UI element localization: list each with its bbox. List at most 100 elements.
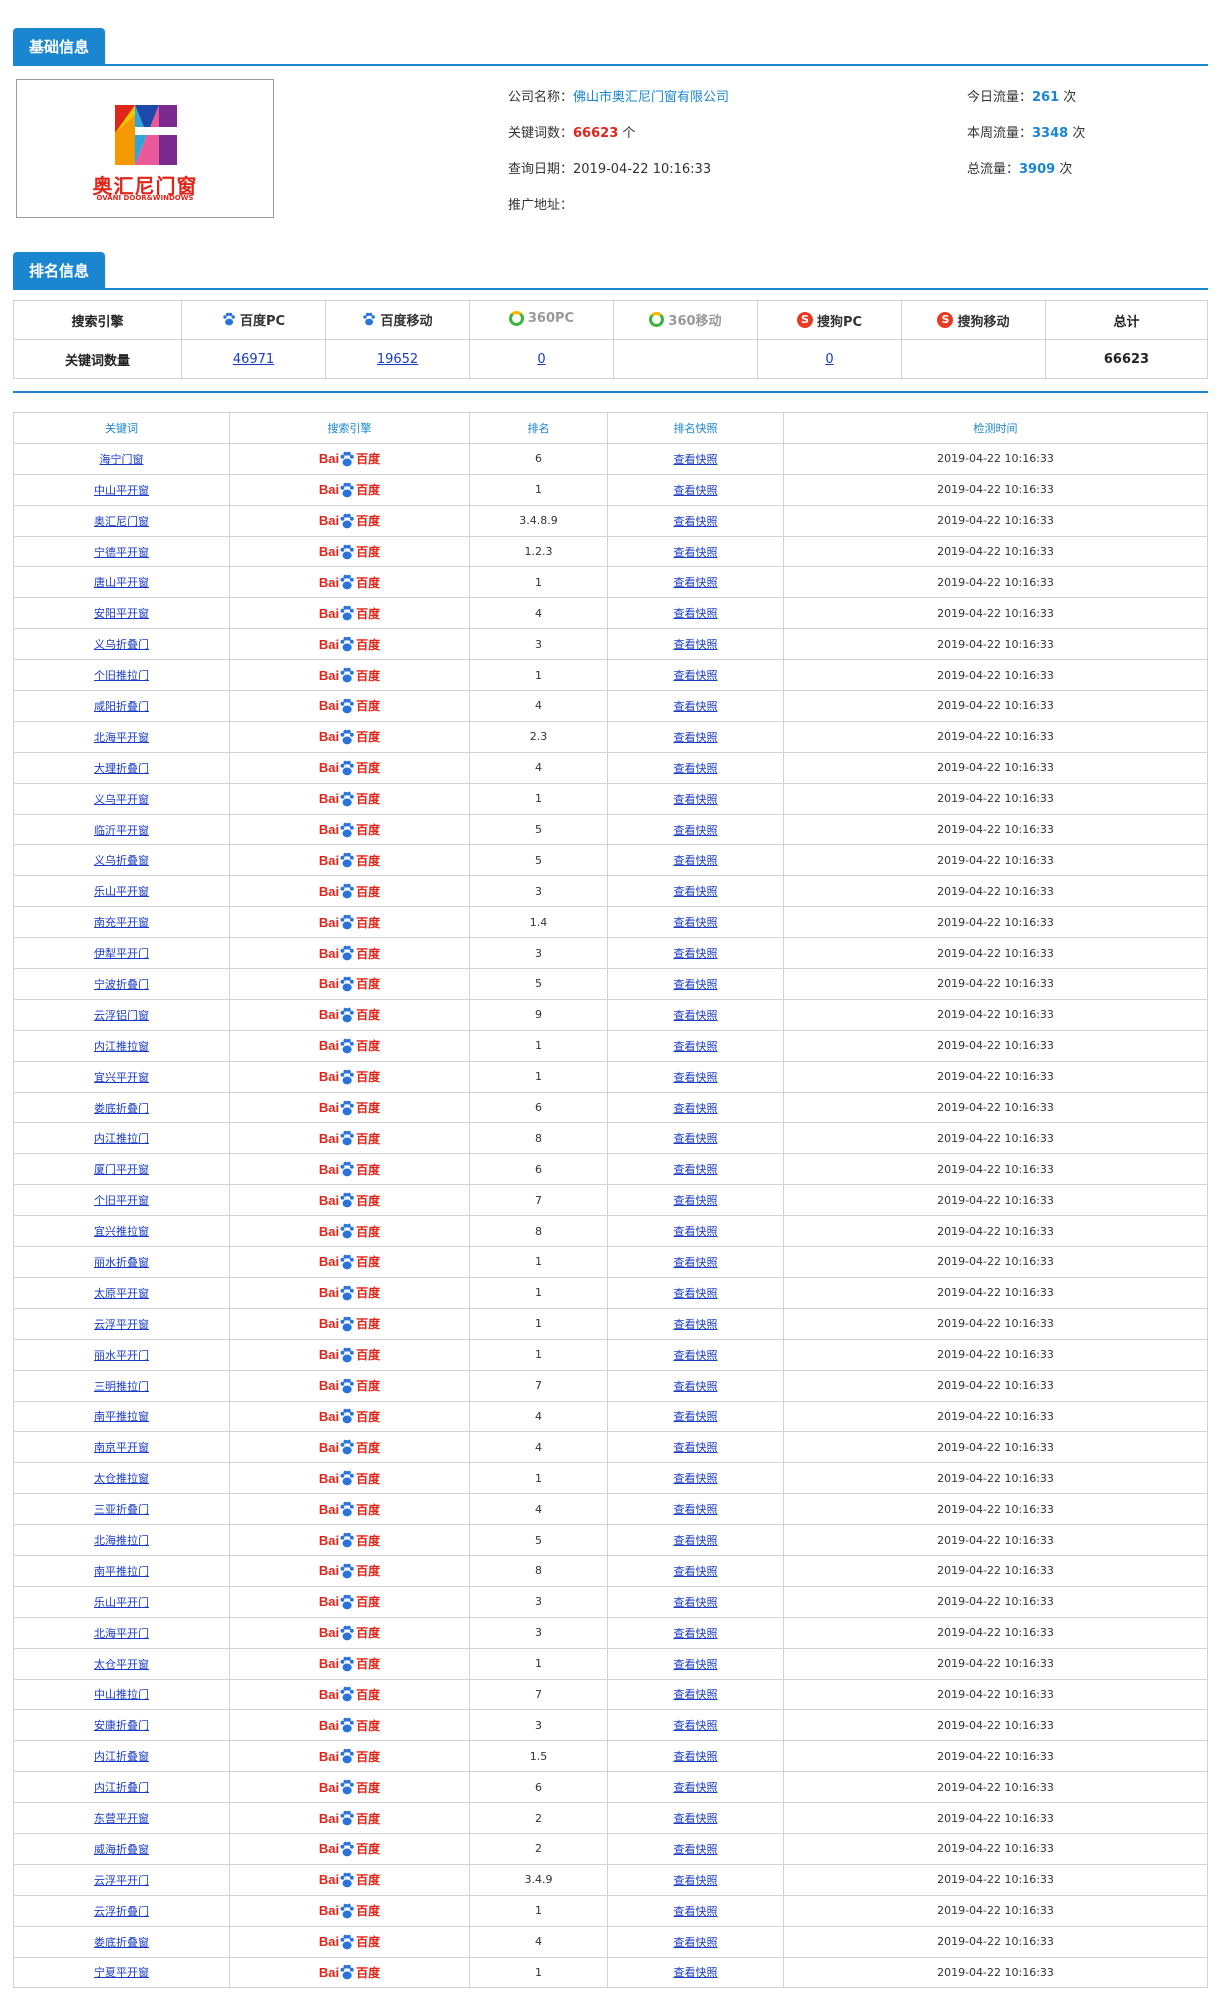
keyword-link[interactable]: 咸阳折叠门 [94, 700, 149, 713]
snapshot-link[interactable]: 查看快照 [674, 1380, 718, 1393]
snapshot-link[interactable]: 查看快照 [674, 1719, 718, 1732]
snapshot-link[interactable]: 查看快照 [674, 1441, 718, 1454]
snapshot-link[interactable]: 查看快照 [674, 793, 718, 806]
snapshot-link[interactable]: 查看快照 [674, 1071, 718, 1084]
snapshot-link[interactable]: 查看快照 [674, 1009, 718, 1022]
count-link-sogou-pc[interactable]: 0 [825, 352, 833, 367]
keyword-link[interactable]: 丽水折叠窗 [94, 1256, 149, 1269]
keyword-link[interactable]: 伊犁平开门 [94, 947, 149, 960]
snapshot-link[interactable]: 查看快照 [674, 1874, 718, 1887]
count-link-baidu-mobile[interactable]: 19652 [377, 352, 418, 367]
keyword-link[interactable]: 厦门平开窗 [94, 1163, 149, 1176]
keyword-link[interactable]: 北海平开窗 [94, 731, 149, 744]
snapshot-link[interactable]: 查看快照 [674, 700, 718, 713]
keyword-link[interactable]: 乐山平开门 [94, 1596, 149, 1609]
keyword-link[interactable]: 太仓推拉窗 [94, 1472, 149, 1485]
snapshot-link[interactable]: 查看快照 [674, 1534, 718, 1547]
snapshot-link[interactable]: 查看快照 [674, 484, 718, 497]
keyword-link[interactable]: 三亚折叠门 [94, 1503, 149, 1516]
keyword-link[interactable]: 南平推拉窗 [94, 1410, 149, 1423]
keyword-link[interactable]: 中山推拉门 [94, 1688, 149, 1701]
keyword-link[interactable]: 南平推拉门 [94, 1565, 149, 1578]
snapshot-link[interactable]: 查看快照 [674, 1225, 718, 1238]
snapshot-link[interactable]: 查看快照 [674, 576, 718, 589]
keyword-link[interactable]: 宜兴推拉窗 [94, 1225, 149, 1238]
keyword-link[interactable]: 南京平开窗 [94, 1441, 149, 1454]
keyword-link[interactable]: 东营平开窗 [94, 1812, 149, 1825]
keyword-link[interactable]: 奥汇尼门窗 [94, 515, 149, 528]
keyword-link[interactable]: 南充平开窗 [94, 916, 149, 929]
snapshot-link[interactable]: 查看快照 [674, 1627, 718, 1640]
keyword-link[interactable]: 安康折叠门 [94, 1719, 149, 1732]
keyword-link[interactable]: 宜兴平开窗 [94, 1071, 149, 1084]
snapshot-link[interactable]: 查看快照 [674, 1781, 718, 1794]
keyword-link[interactable]: 娄底折叠窗 [94, 1936, 149, 1949]
snapshot-link[interactable]: 查看快照 [674, 669, 718, 682]
snapshot-link[interactable]: 查看快照 [674, 1287, 718, 1300]
keyword-link[interactable]: 北海推拉门 [94, 1534, 149, 1547]
snapshot-link[interactable]: 查看快照 [674, 453, 718, 466]
keyword-link[interactable]: 义乌折叠窗 [94, 854, 149, 867]
snapshot-link[interactable]: 查看快照 [674, 1688, 718, 1701]
snapshot-link[interactable]: 查看快照 [674, 1472, 718, 1485]
keyword-link[interactable]: 宁波折叠门 [94, 978, 149, 991]
keyword-link[interactable]: 义乌折叠门 [94, 638, 149, 651]
snapshot-link[interactable]: 查看快照 [674, 515, 718, 528]
keyword-link[interactable]: 义乌平开窗 [94, 793, 149, 806]
keyword-link[interactable]: 云浮平开门 [94, 1874, 149, 1887]
keyword-link[interactable]: 中山平开窗 [94, 484, 149, 497]
keyword-link[interactable]: 大理折叠门 [94, 762, 149, 775]
keyword-link[interactable]: 个旧平开窗 [94, 1194, 149, 1207]
keyword-link[interactable]: 太原平开窗 [94, 1287, 149, 1300]
keyword-link[interactable]: 娄底折叠门 [94, 1102, 149, 1115]
keyword-link[interactable]: 安阳平开窗 [94, 607, 149, 620]
keyword-link[interactable]: 三明推拉门 [94, 1380, 149, 1393]
snapshot-link[interactable]: 查看快照 [674, 1132, 718, 1145]
keyword-link[interactable]: 乐山平开窗 [94, 885, 149, 898]
snapshot-link[interactable]: 查看快照 [674, 1905, 718, 1918]
snapshot-link[interactable]: 查看快照 [674, 762, 718, 775]
snapshot-link[interactable]: 查看快照 [674, 1812, 718, 1825]
snapshot-link[interactable]: 查看快照 [674, 978, 718, 991]
snapshot-link[interactable]: 查看快照 [674, 1040, 718, 1053]
snapshot-link[interactable]: 查看快照 [674, 1503, 718, 1516]
count-link-360-pc[interactable]: 0 [537, 352, 545, 367]
snapshot-link[interactable]: 查看快照 [674, 1750, 718, 1763]
snapshot-link[interactable]: 查看快照 [674, 638, 718, 651]
keyword-link[interactable]: 内江推拉窗 [94, 1040, 149, 1053]
snapshot-link[interactable]: 查看快照 [674, 885, 718, 898]
keyword-link[interactable]: 宁夏平开窗 [94, 1966, 149, 1979]
snapshot-link[interactable]: 查看快照 [674, 1410, 718, 1423]
keyword-link[interactable]: 丽水平开门 [94, 1349, 149, 1362]
snapshot-link[interactable]: 查看快照 [674, 1349, 718, 1362]
snapshot-link[interactable]: 查看快照 [674, 731, 718, 744]
keyword-link[interactable]: 云浮铝门窗 [94, 1009, 149, 1022]
snapshot-link[interactable]: 查看快照 [674, 1843, 718, 1856]
snapshot-link[interactable]: 查看快照 [674, 1194, 718, 1207]
keyword-link[interactable]: 太仓平开窗 [94, 1658, 149, 1671]
keyword-link[interactable]: 云浮折叠门 [94, 1905, 149, 1918]
count-link-baidu-pc[interactable]: 46971 [233, 352, 274, 367]
snapshot-link[interactable]: 查看快照 [674, 854, 718, 867]
snapshot-link[interactable]: 查看快照 [674, 1596, 718, 1609]
snapshot-link[interactable]: 查看快照 [674, 824, 718, 837]
keyword-link[interactable]: 云浮平开窗 [94, 1318, 149, 1331]
keyword-link[interactable]: 临沂平开窗 [94, 824, 149, 837]
snapshot-link[interactable]: 查看快照 [674, 1936, 718, 1949]
snapshot-link[interactable]: 查看快照 [674, 1966, 718, 1979]
keyword-link[interactable]: 个旧推拉门 [94, 669, 149, 682]
keyword-link[interactable]: 内江推拉门 [94, 1132, 149, 1145]
keyword-link[interactable]: 北海平开门 [94, 1627, 149, 1640]
snapshot-link[interactable]: 查看快照 [674, 1565, 718, 1578]
snapshot-link[interactable]: 查看快照 [674, 916, 718, 929]
keyword-link[interactable]: 宁德平开窗 [94, 546, 149, 559]
keyword-link[interactable]: 唐山平开窗 [94, 576, 149, 589]
keyword-link[interactable]: 海宁门窗 [100, 453, 144, 466]
keyword-link[interactable]: 内江折叠窗 [94, 1750, 149, 1763]
snapshot-link[interactable]: 查看快照 [674, 607, 718, 620]
keyword-link[interactable]: 内江折叠门 [94, 1781, 149, 1794]
snapshot-link[interactable]: 查看快照 [674, 1163, 718, 1176]
snapshot-link[interactable]: 查看快照 [674, 947, 718, 960]
snapshot-link[interactable]: 查看快照 [674, 1256, 718, 1269]
snapshot-link[interactable]: 查看快照 [674, 1318, 718, 1331]
